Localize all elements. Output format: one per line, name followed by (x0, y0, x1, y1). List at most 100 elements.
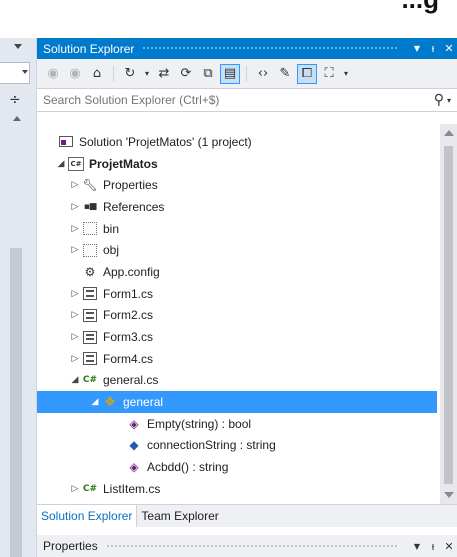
history-icon[interactable]: ↻ (120, 64, 140, 84)
tab-solution-explorer[interactable]: Solution Explorer (37, 505, 138, 527)
tree-item-app-config[interactable]: ⚙︎ App.config (37, 261, 437, 283)
tree-item-listitem[interactable]: ▷ C# ListItem.cs (37, 478, 437, 500)
titlebar-grip[interactable] (142, 46, 399, 51)
tree-item-properties[interactable]: ▷ 🔧︎ Properties (37, 174, 437, 196)
tree-item-general-class[interactable]: ◢ ❖ general (37, 391, 437, 413)
collapse-arrow-icon[interactable]: ◢ (69, 375, 81, 385)
history-dropdown-icon[interactable]: ▾ (142, 64, 152, 84)
more-dropdown-icon[interactable]: ▾ (341, 64, 351, 84)
expand-arrow-icon[interactable]: ▷ (69, 202, 81, 212)
class-diagram-icon[interactable]: ⛶ (319, 64, 339, 84)
panel-toolbar: ◉ ◉ ⌂ ↻ ▾ ⇄ ⟳ ⧉ ▤ ‹› ✎ ⧠ ⛶ ▾ (37, 59, 457, 88)
search-options-dropdown-icon[interactable]: ▾ (447, 96, 451, 105)
tree-item-label: general.cs (103, 373, 159, 388)
tree-item-member[interactable]: ◈ Empty(string) : bool (37, 413, 437, 435)
csharp-file-icon: C# (82, 483, 98, 494)
form-icon (81, 329, 99, 345)
tree-item-label: Acbdd() : string (147, 460, 229, 475)
tree-item-member[interactable]: ◈ Acbdd() : string (37, 456, 437, 478)
pin-icon[interactable]: ᵼ (425, 540, 441, 553)
wrench-icon: 🔧︎ (82, 178, 98, 193)
sync-icon[interactable]: ⇄ (154, 64, 174, 84)
expand-arrow-icon[interactable]: ▷ (69, 180, 81, 190)
scroll-up-icon[interactable] (13, 116, 21, 121)
window-position-dropdown-icon[interactable]: ▼ (409, 542, 425, 551)
close-icon[interactable]: ✕ (441, 42, 457, 55)
tree-item-label: ProjetMatos (89, 156, 158, 171)
tree-item-label: connectionString : string (147, 438, 276, 453)
tree-item-form2[interactable]: ▷ Form2.cs (37, 305, 437, 327)
show-all-files-icon[interactable]: ▤ (220, 63, 240, 84)
tree-item-label: bin (103, 221, 120, 236)
search-icon[interactable]: ⚲ (434, 92, 444, 108)
tree-item-bin[interactable]: ▷ bin (37, 218, 437, 240)
window-position-dropdown-icon[interactable]: ▼ (409, 44, 425, 53)
view-code-icon[interactable]: ‹› (253, 64, 273, 84)
collapse-all-icon[interactable]: ⧉ (198, 64, 218, 84)
expand-arrow-icon[interactable]: ▷ (69, 310, 81, 320)
expand-arrow-icon[interactable]: ▷ (69, 224, 81, 234)
preview-icon[interactable]: ⧠ (297, 63, 317, 84)
collapse-arrow-icon[interactable]: ◢ (55, 159, 67, 169)
solution-tree: Solution 'ProjetMatos' (1 project) ◢ C# … (37, 124, 457, 504)
tree-item-label: Form2.cs (103, 308, 154, 323)
tree-item-solution[interactable]: Solution 'ProjetMatos' (1 project) (37, 131, 437, 153)
tree-item-label: general (123, 395, 164, 410)
panel-titlebar[interactable]: Solution Explorer ▼ ᵼ ✕ (37, 38, 457, 59)
forward-icon[interactable]: ◉ (65, 64, 85, 84)
tree-item-label: Properties (103, 178, 158, 193)
expand-arrow-icon[interactable]: ▷ (69, 289, 81, 299)
tree-item-label: Form3.cs (103, 330, 154, 345)
tab-team-explorer[interactable]: Team Explorer (137, 505, 222, 527)
back-icon[interactable]: ◉ (43, 64, 63, 84)
scroll-up-icon[interactable] (444, 130, 454, 136)
solution-icon (57, 134, 75, 150)
tree-item-project[interactable]: ◢ C# ProjetMatos (37, 153, 437, 175)
search-input[interactable] (43, 93, 434, 107)
csharp-project-icon: C# (67, 156, 85, 172)
refresh-icon[interactable]: ⟳ (176, 64, 196, 84)
home-icon[interactable]: ⌂ (87, 64, 107, 84)
csharp-file-icon: C# (82, 375, 98, 386)
expand-arrow-icon[interactable]: ▷ (69, 354, 81, 364)
tree-scrollbar[interactable] (440, 124, 457, 504)
collapse-arrow-icon[interactable]: ◢ (89, 397, 101, 407)
scrollbar-thumb[interactable] (444, 146, 453, 484)
properties-titlebar[interactable]: Properties ▼ ᵼ ✕ (37, 535, 457, 557)
method-icon: ◈ (129, 416, 139, 431)
tree-item-label: Form4.cs (103, 351, 154, 366)
field-icon: ◆ (129, 438, 139, 453)
panel-tabs: Solution Explorer Team Explorer (37, 504, 457, 527)
expand-arrow-icon[interactable]: ▷ (69, 332, 81, 342)
properties-icon[interactable]: ✎ (275, 64, 295, 84)
tree-item-form3[interactable]: ▷ Form3.cs (37, 326, 437, 348)
chevron-down-icon[interactable] (22, 70, 28, 74)
tree-item-references[interactable]: ▷ ▪■ References (37, 196, 437, 218)
config-file-icon: ⚙︎ (84, 264, 96, 279)
expand-arrow-icon[interactable]: ▷ (69, 245, 81, 255)
top-band: ...g (0, 0, 457, 38)
titlebar-grip[interactable] (105, 543, 399, 549)
close-icon[interactable]: ✕ (441, 540, 457, 553)
tree-item-label: Form1.cs (103, 286, 154, 301)
search-bar: ⚲ ▾ (37, 88, 457, 112)
tree-item-form1[interactable]: ▷ Form1.cs (37, 283, 437, 305)
tree-item-obj[interactable]: ▷ obj (37, 239, 437, 261)
scroll-down-icon[interactable] (444, 492, 454, 498)
tree-item-label: Solution 'ProjetMatos' (1 project) (79, 134, 252, 149)
dropdown-arrow-icon[interactable] (14, 44, 22, 49)
method-icon: ◈ (129, 460, 139, 475)
pin-icon[interactable]: ᵼ (425, 42, 441, 55)
editor-scrollbar[interactable] (10, 248, 22, 557)
hidden-folder-icon (81, 221, 99, 237)
solution-explorer-panel: Solution Explorer ▼ ᵼ ✕ ◉ ◉ ⌂ ↻ ▾ ⇄ ⟳ ⧉ … (37, 38, 457, 557)
tree-item-general-cs[interactable]: ◢ C# general.cs (37, 370, 437, 392)
tree-item-member[interactable]: ◆ connectionString : string (37, 435, 437, 457)
expand-arrow-icon[interactable]: ▷ (69, 484, 81, 494)
tree-item-form4[interactable]: ▷ Form4.cs (37, 348, 437, 370)
hidden-folder-icon (81, 242, 99, 258)
class-icon: ❖ (104, 394, 116, 410)
split-editor-icon[interactable]: ÷ (9, 92, 21, 108)
references-icon: ▪■ (83, 201, 98, 212)
panel-title: Solution Explorer (43, 41, 135, 56)
